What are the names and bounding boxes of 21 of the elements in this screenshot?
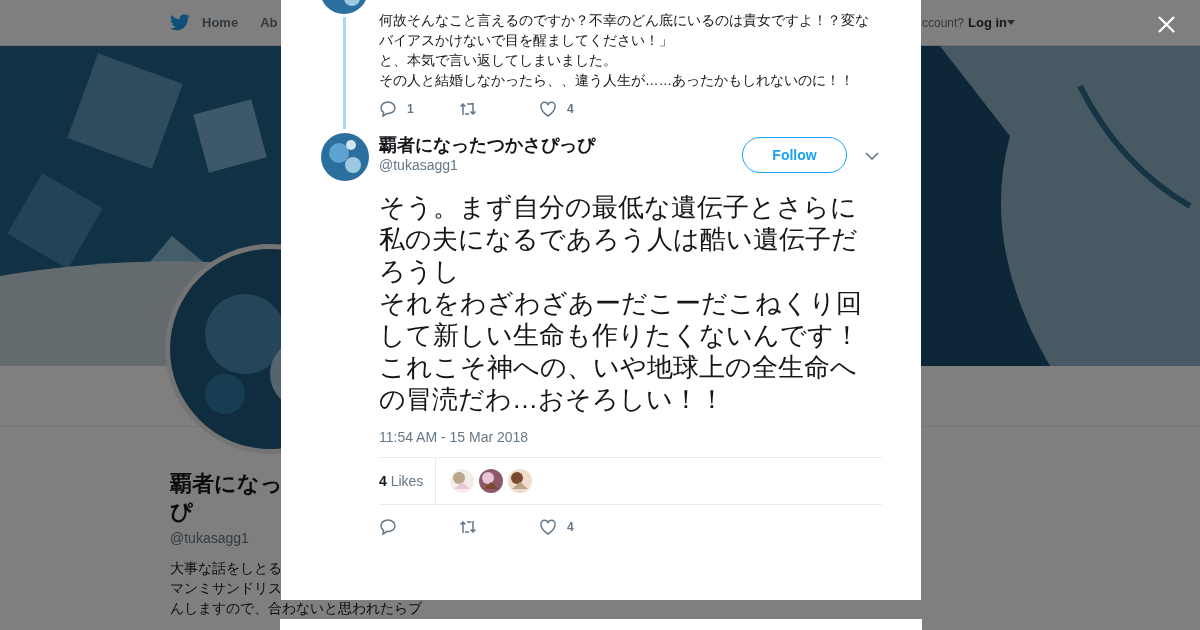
about-link[interactable]: Ab <box>260 15 278 30</box>
bio-text: んしますので、合わないと思われたらブ <box>170 599 422 618</box>
tweet-time[interactable]: 11:54 AM - 15 Mar 2018 <box>379 429 529 445</box>
home-link[interactable]: Home <box>202 15 239 30</box>
close-icon[interactable] <box>1158 16 1175 33</box>
profile-handle: @tukasagg1 <box>170 530 249 546</box>
tweet-text: バイアスかけないで目を醒ましてください！」 <box>379 32 673 50</box>
reply-icon[interactable] <box>379 518 397 536</box>
login-link[interactable]: Log in <box>968 15 1007 30</box>
tweet-text: これこそ神への、いや地球上の全生命への冒涜だわ…おそろしい！！ <box>379 351 858 415</box>
bio-text: マンミサンドリス <box>170 579 282 598</box>
account-prompt: ccount? <box>921 15 964 30</box>
profile-name: 覇者になっ <box>170 470 283 498</box>
likes-count[interactable]: 4 Likes <box>379 458 437 504</box>
retweet-icon[interactable] <box>459 518 477 536</box>
bio-text: 大事な話をしとる <box>170 559 282 578</box>
profile-name: ぴ <box>170 498 193 526</box>
heart-icon[interactable] <box>539 518 557 536</box>
like-button[interactable]: 4 <box>539 518 619 536</box>
tweet-text: 何故そんなこと言えるのですか？不幸のどん底にいるのは貴女ですよ！？変な <box>379 12 869 30</box>
caret-icon[interactable] <box>1007 20 1015 25</box>
